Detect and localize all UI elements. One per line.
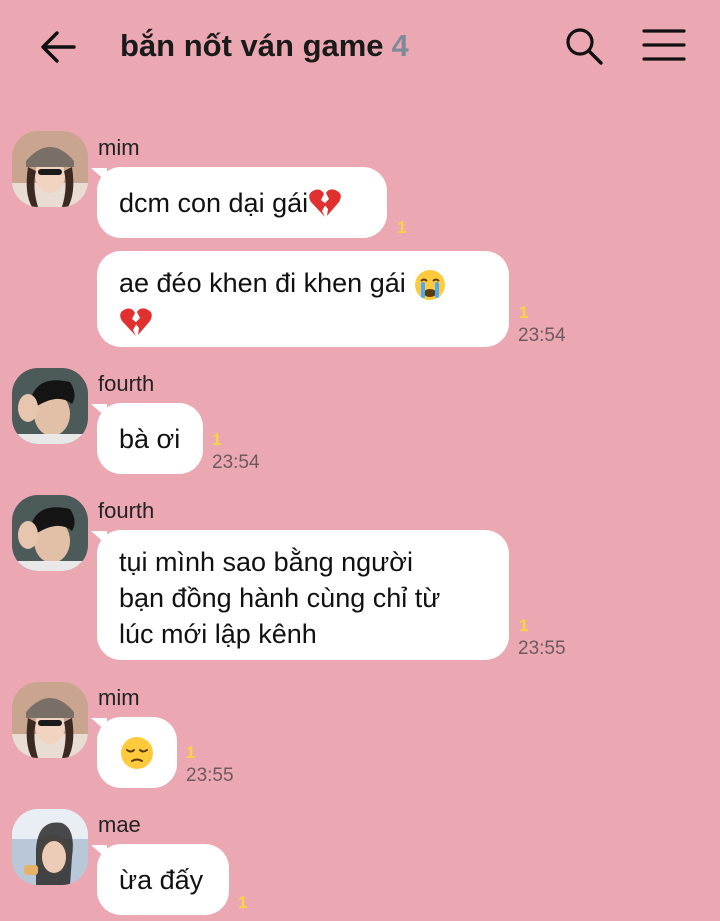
menu-icon	[642, 29, 686, 61]
chat-title: bắn nốt ván game 4	[120, 28, 409, 64]
sender-name: fourth	[98, 371, 155, 396]
sender-name: mae	[98, 812, 141, 837]
avatar-mim-image	[12, 131, 88, 207]
unread-count: 1	[519, 616, 529, 635]
avatar-mim[interactable]	[12, 682, 88, 758]
crying-face-emoji-icon	[415, 269, 446, 300]
message-text: ae đéo khen đi khen gái	[119, 268, 406, 298]
broken-heart-emoji-icon	[120, 308, 152, 336]
message-text: dcm con dại gái	[119, 187, 309, 218]
message-text: ừa đấy	[119, 864, 204, 895]
broken-heart-emoji-icon	[309, 188, 341, 217]
message-bubble[interactable]: tụi mình sao bằng người bạn đồng hành cù…	[97, 530, 509, 660]
avatar-mae-image	[12, 809, 88, 885]
avatar-mim[interactable]	[12, 131, 88, 207]
group-name: bắn nốt ván game	[120, 28, 384, 63]
message-line: tụi mình sao bằng người	[119, 547, 413, 577]
unread-count: 1	[238, 893, 248, 912]
message-bubble[interactable]: bà ơi	[97, 403, 203, 474]
message-bubble[interactable]	[97, 717, 177, 788]
message-time: 23:54	[518, 325, 566, 346]
sender-name: mim	[98, 135, 140, 160]
unread-count: 1	[212, 430, 222, 449]
unread-count: 1	[397, 218, 407, 237]
message-text: bà ơi	[119, 423, 181, 454]
avatar-fourth[interactable]	[12, 495, 88, 571]
message-bubble[interactable]: dcm con dại gái	[97, 167, 387, 238]
message-time: 23:54	[212, 452, 260, 473]
message-line: lúc mới lập kênh	[119, 619, 317, 649]
chat-header: bắn nốt ván game 4	[0, 0, 720, 90]
back-button[interactable]	[38, 26, 80, 68]
unread-count: 1	[519, 303, 529, 322]
sender-name: mim	[98, 685, 140, 710]
avatar-fourth-image	[12, 495, 88, 571]
avatar-mae[interactable]	[12, 809, 88, 885]
search-icon	[566, 28, 603, 65]
pensive-face-emoji-icon	[121, 736, 153, 769]
sender-name: fourth	[98, 498, 155, 523]
avatar-mim-image	[12, 682, 88, 758]
back-arrow-icon	[41, 31, 76, 63]
unread-count: 1	[186, 743, 196, 762]
member-count: 4	[391, 28, 409, 63]
message-time: 23:55	[518, 638, 566, 659]
avatar-fourth[interactable]	[12, 368, 88, 444]
message-bubble[interactable]: ừa đấy	[97, 844, 229, 915]
message-line: bạn đồng hành cùng chỉ từ	[119, 583, 441, 613]
message-bubble[interactable]: ae đéo khen đi khen gái	[97, 251, 509, 347]
search-button[interactable]	[564, 26, 604, 66]
avatar-fourth-image	[12, 368, 88, 444]
menu-button[interactable]	[642, 28, 686, 62]
message-time: 23:55	[186, 765, 234, 786]
